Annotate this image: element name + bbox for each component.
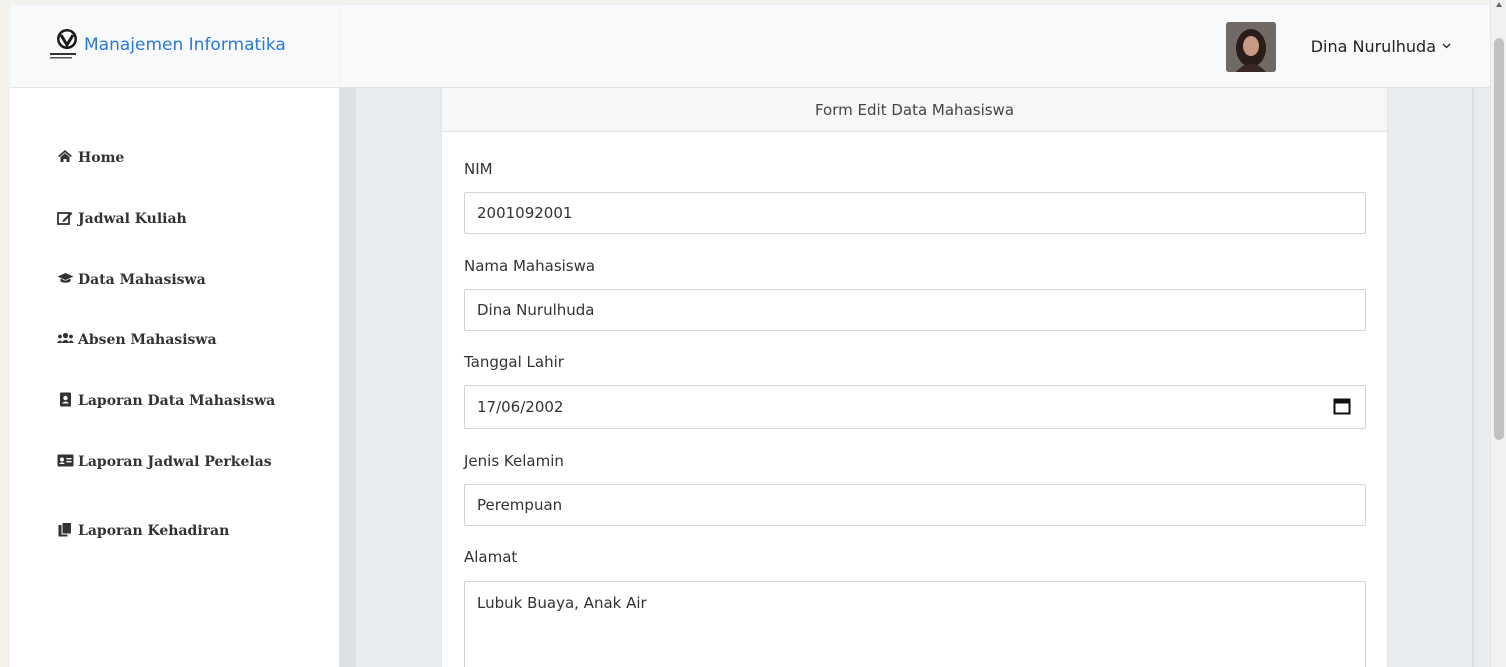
nim-value: 2001092001 [477,204,573,222]
scrollbar-thumb[interactable] [1494,38,1504,440]
copy-icon [56,521,74,541]
main-content: Form Edit Data Mahasiswa NIM 2001092001 … [340,88,1490,667]
edit-icon [56,210,74,229]
sidebar-item-label: Absen Mahasiswa [78,332,217,348]
user-name: Dina Nurulhuda [1310,37,1436,56]
nim-label: NIM [464,160,493,178]
id-card-icon [56,454,74,471]
content-left-strip [340,88,356,667]
top-header: Dina Nurulhuda [340,5,1490,88]
sidebar-item-laporan-data-mahasiswa[interactable]: Laporan Data Mahasiswa [56,386,275,416]
alamat-textarea[interactable]: Lubuk Buaya, Anak Air [464,581,1366,667]
tanggal-lahir-label: Tanggal Lahir [464,353,564,371]
sidebar: Manajemen Informatika Home Jadwal Kuliah… [10,5,340,667]
home-icon [56,149,74,167]
nama-label: Nama Mahasiswa [464,257,596,275]
sidebar-item-home[interactable]: Home [56,143,124,173]
sidebar-item-laporan-kehadiran[interactable]: Laporan Kehadiran [56,516,229,546]
sidebar-item-label: Laporan Jadwal Perkelas [78,454,272,470]
sidebar-item-absen-mahasiswa[interactable]: Absen Mahasiswa [56,325,217,355]
form-title: Form Edit Data Mahasiswa [442,88,1387,132]
brand-name[interactable]: Manajemen Informatika [84,35,286,55]
alamat-label: Alamat [464,548,518,566]
sidebar-item-label: Home [78,150,125,166]
tanggal-lahir-field[interactable]: 17/06/2002 [464,385,1366,429]
jenis-kelamin-value: Perempuan [477,496,563,514]
chevron-down-icon [1442,41,1451,52]
sidebar-item-label: Laporan Kehadiran [78,523,230,539]
nim-field[interactable]: 2001092001 [464,192,1366,234]
sidebar-item-label: Data Mahasiswa [78,272,206,288]
sidebar-item-data-mahasiswa[interactable]: Data Mahasiswa [56,265,206,295]
nama-value: Dina Nurulhuda [477,301,595,319]
avatar[interactable] [1226,22,1276,72]
nama-field[interactable]: Dina Nurulhuda [464,289,1366,331]
alamat-value: Lubuk Buaya, Anak Air [477,594,647,612]
brand-bar: Manajemen Informatika [10,5,340,88]
sidebar-item-label: Laporan Data Mahasiswa [78,393,276,409]
sidebar-item-jadwal-kuliah[interactable]: Jadwal Kuliah [56,204,187,234]
page-scrollbar[interactable] [1490,0,1506,667]
content-right-strip [1472,88,1474,667]
scroll-up-arrow-icon[interactable] [1496,2,1502,7]
sidebar-item-label: Jadwal Kuliah [78,211,187,227]
page-left-margin [0,5,10,667]
sidebar-item-laporan-jadwal-perkelas[interactable]: Laporan Jadwal Perkelas [56,447,272,477]
users-icon [56,332,74,348]
jenis-kelamin-field[interactable]: Perempuan [464,484,1366,526]
user-menu-button[interactable]: Dina Nurulhuda [1311,37,1451,56]
edit-form-card: Form Edit Data Mahasiswa NIM 2001092001 … [441,88,1388,667]
contact-book-icon [56,392,74,411]
graduation-cap-icon [56,272,74,288]
tanggal-lahir-value: 17/06/2002 [477,398,564,416]
jenis-kelamin-label: Jenis Kelamin [464,452,564,470]
calendar-icon[interactable] [1333,397,1351,415]
